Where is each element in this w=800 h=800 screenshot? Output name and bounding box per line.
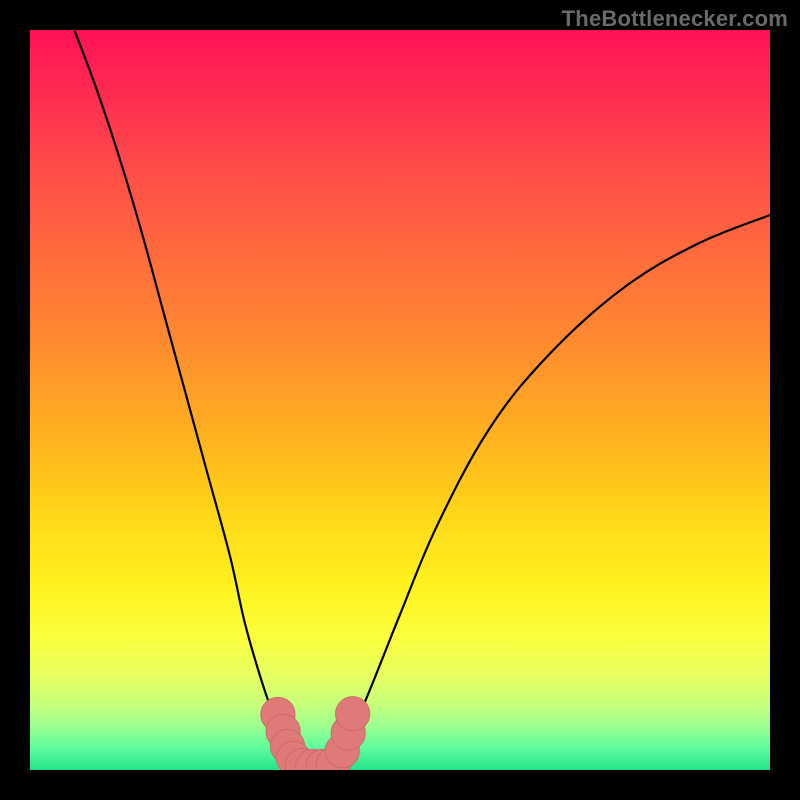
chart-svg (30, 30, 770, 770)
valley-marker (336, 697, 370, 731)
valley-markers (261, 697, 370, 770)
plot-area (30, 30, 770, 770)
right-curve (333, 215, 770, 766)
watermark-text: TheBottlenecker.com (562, 6, 788, 32)
chart-frame: TheBottlenecker.com (0, 0, 800, 800)
left-curve (74, 30, 296, 766)
